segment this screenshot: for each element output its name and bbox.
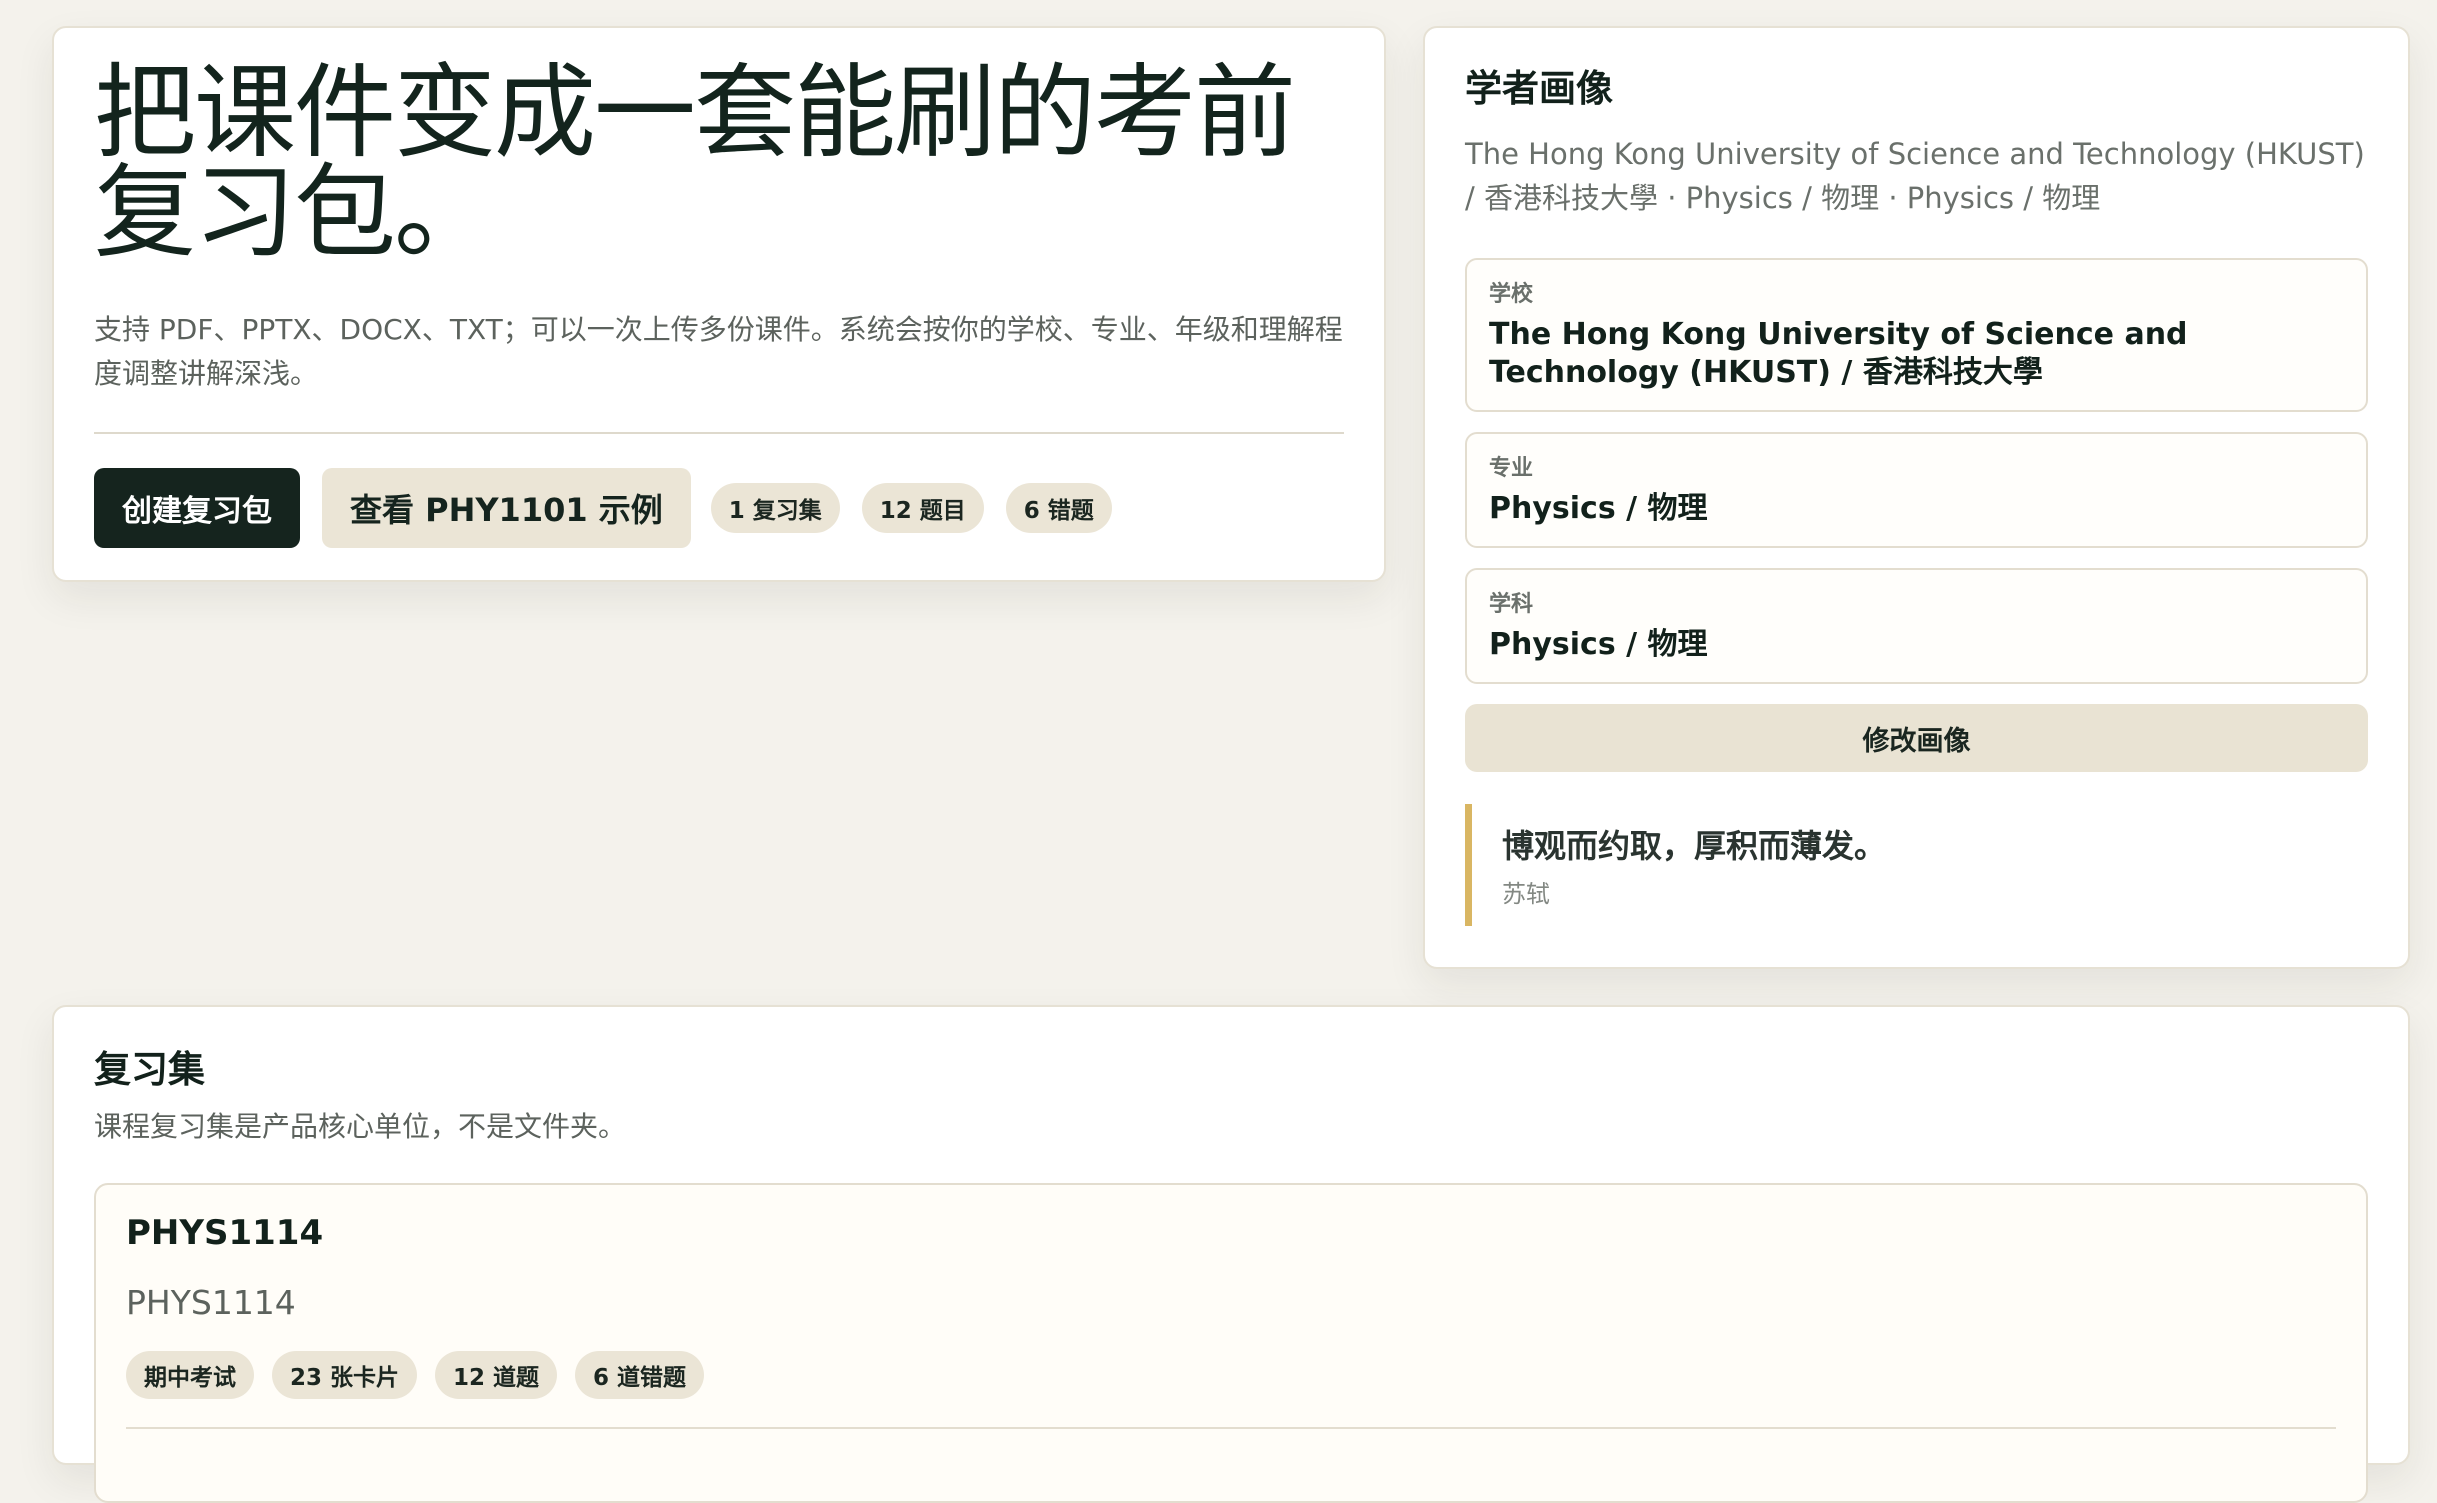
stat-badge-questions: 12 题目 bbox=[861, 483, 984, 533]
tag-card-count: 23 张卡片 bbox=[272, 1351, 418, 1399]
profile-field-value: Physics / 物理 bbox=[1489, 491, 1708, 526]
stat-badge-review-sets: 1 复习集 bbox=[710, 483, 840, 533]
scholar-profile-card: 学者画像 The Hong Kong University of Science… bbox=[1423, 26, 2410, 969]
tag-mistake-count: 6 道错题 bbox=[575, 1351, 705, 1399]
review-set-tags: 期中考试 23 张卡片 12 道题 6 道错题 bbox=[126, 1351, 2336, 1399]
view-example-button[interactable]: 查看 PHY1101 示例 bbox=[322, 468, 691, 548]
tag-question-count: 12 道题 bbox=[435, 1351, 558, 1399]
stat-badge-mistakes: 6 错题 bbox=[1005, 483, 1112, 533]
hero-card: 把课件变成一套能刷的考前复习包。 支持 PDF、PPTX、DOCX、TXT；可以… bbox=[52, 26, 1386, 582]
profile-field-value: Physics / 物理 bbox=[1489, 627, 1708, 662]
hero-actions: 创建复习包 查看 PHY1101 示例 1 复习集 12 题目 6 错题 bbox=[94, 468, 1344, 548]
profile-field-subject: 学科 Physics / 物理 bbox=[1465, 568, 2368, 684]
hero-divider bbox=[94, 432, 1344, 434]
profile-summary: The Hong Kong University of Science and … bbox=[1465, 137, 2365, 215]
profile-field-label: 学科 bbox=[1489, 592, 1534, 617]
review-set-code: PHYS1114 bbox=[126, 1213, 324, 1253]
quote-text: 博观而约取，厚积而薄发。 bbox=[1502, 827, 1887, 865]
quote-block: 博观而约取，厚积而薄发。 苏轼 bbox=[1465, 804, 2368, 926]
profile-field-label: 学校 bbox=[1489, 282, 1534, 307]
hero-title: 把课件变成一套能刷的考前复习包。 bbox=[94, 54, 1296, 273]
edit-profile-button[interactable]: 修改画像 bbox=[1465, 704, 2368, 772]
profile-field-major: 专业 Physics / 物理 bbox=[1465, 432, 2368, 548]
review-set-name: PHYS1114 bbox=[126, 1283, 296, 1322]
review-sets-title: 复习集 bbox=[94, 1048, 205, 1091]
quote-author: 苏轼 bbox=[1502, 880, 1550, 908]
profile-field-school: 学校 The Hong Kong University of Science a… bbox=[1465, 258, 2368, 412]
tag-exam-type: 期中考试 bbox=[126, 1351, 254, 1399]
profile-field-label: 专业 bbox=[1489, 456, 1534, 481]
create-review-pack-button[interactable]: 创建复习包 bbox=[94, 468, 300, 548]
profile-title: 学者画像 bbox=[1465, 67, 1613, 110]
review-set-divider bbox=[126, 1427, 2336, 1429]
profile-field-value: The Hong Kong University of Science and … bbox=[1489, 317, 2188, 390]
review-set-item[interactable]: PHYS1114 PHYS1114 期中考试 23 张卡片 12 道题 6 道错… bbox=[94, 1183, 2368, 1503]
review-sets-card: 复习集 课程复习集是产品核心单位，不是文件夹。 PHYS1114 PHYS111… bbox=[52, 1005, 2410, 1503]
review-sets-description: 课程复习集是产品核心单位，不是文件夹。 bbox=[94, 1110, 627, 1143]
hero-subtitle: 支持 PDF、PPTX、DOCX、TXT；可以一次上传多份课件。系统会按你的学校… bbox=[94, 313, 1343, 390]
